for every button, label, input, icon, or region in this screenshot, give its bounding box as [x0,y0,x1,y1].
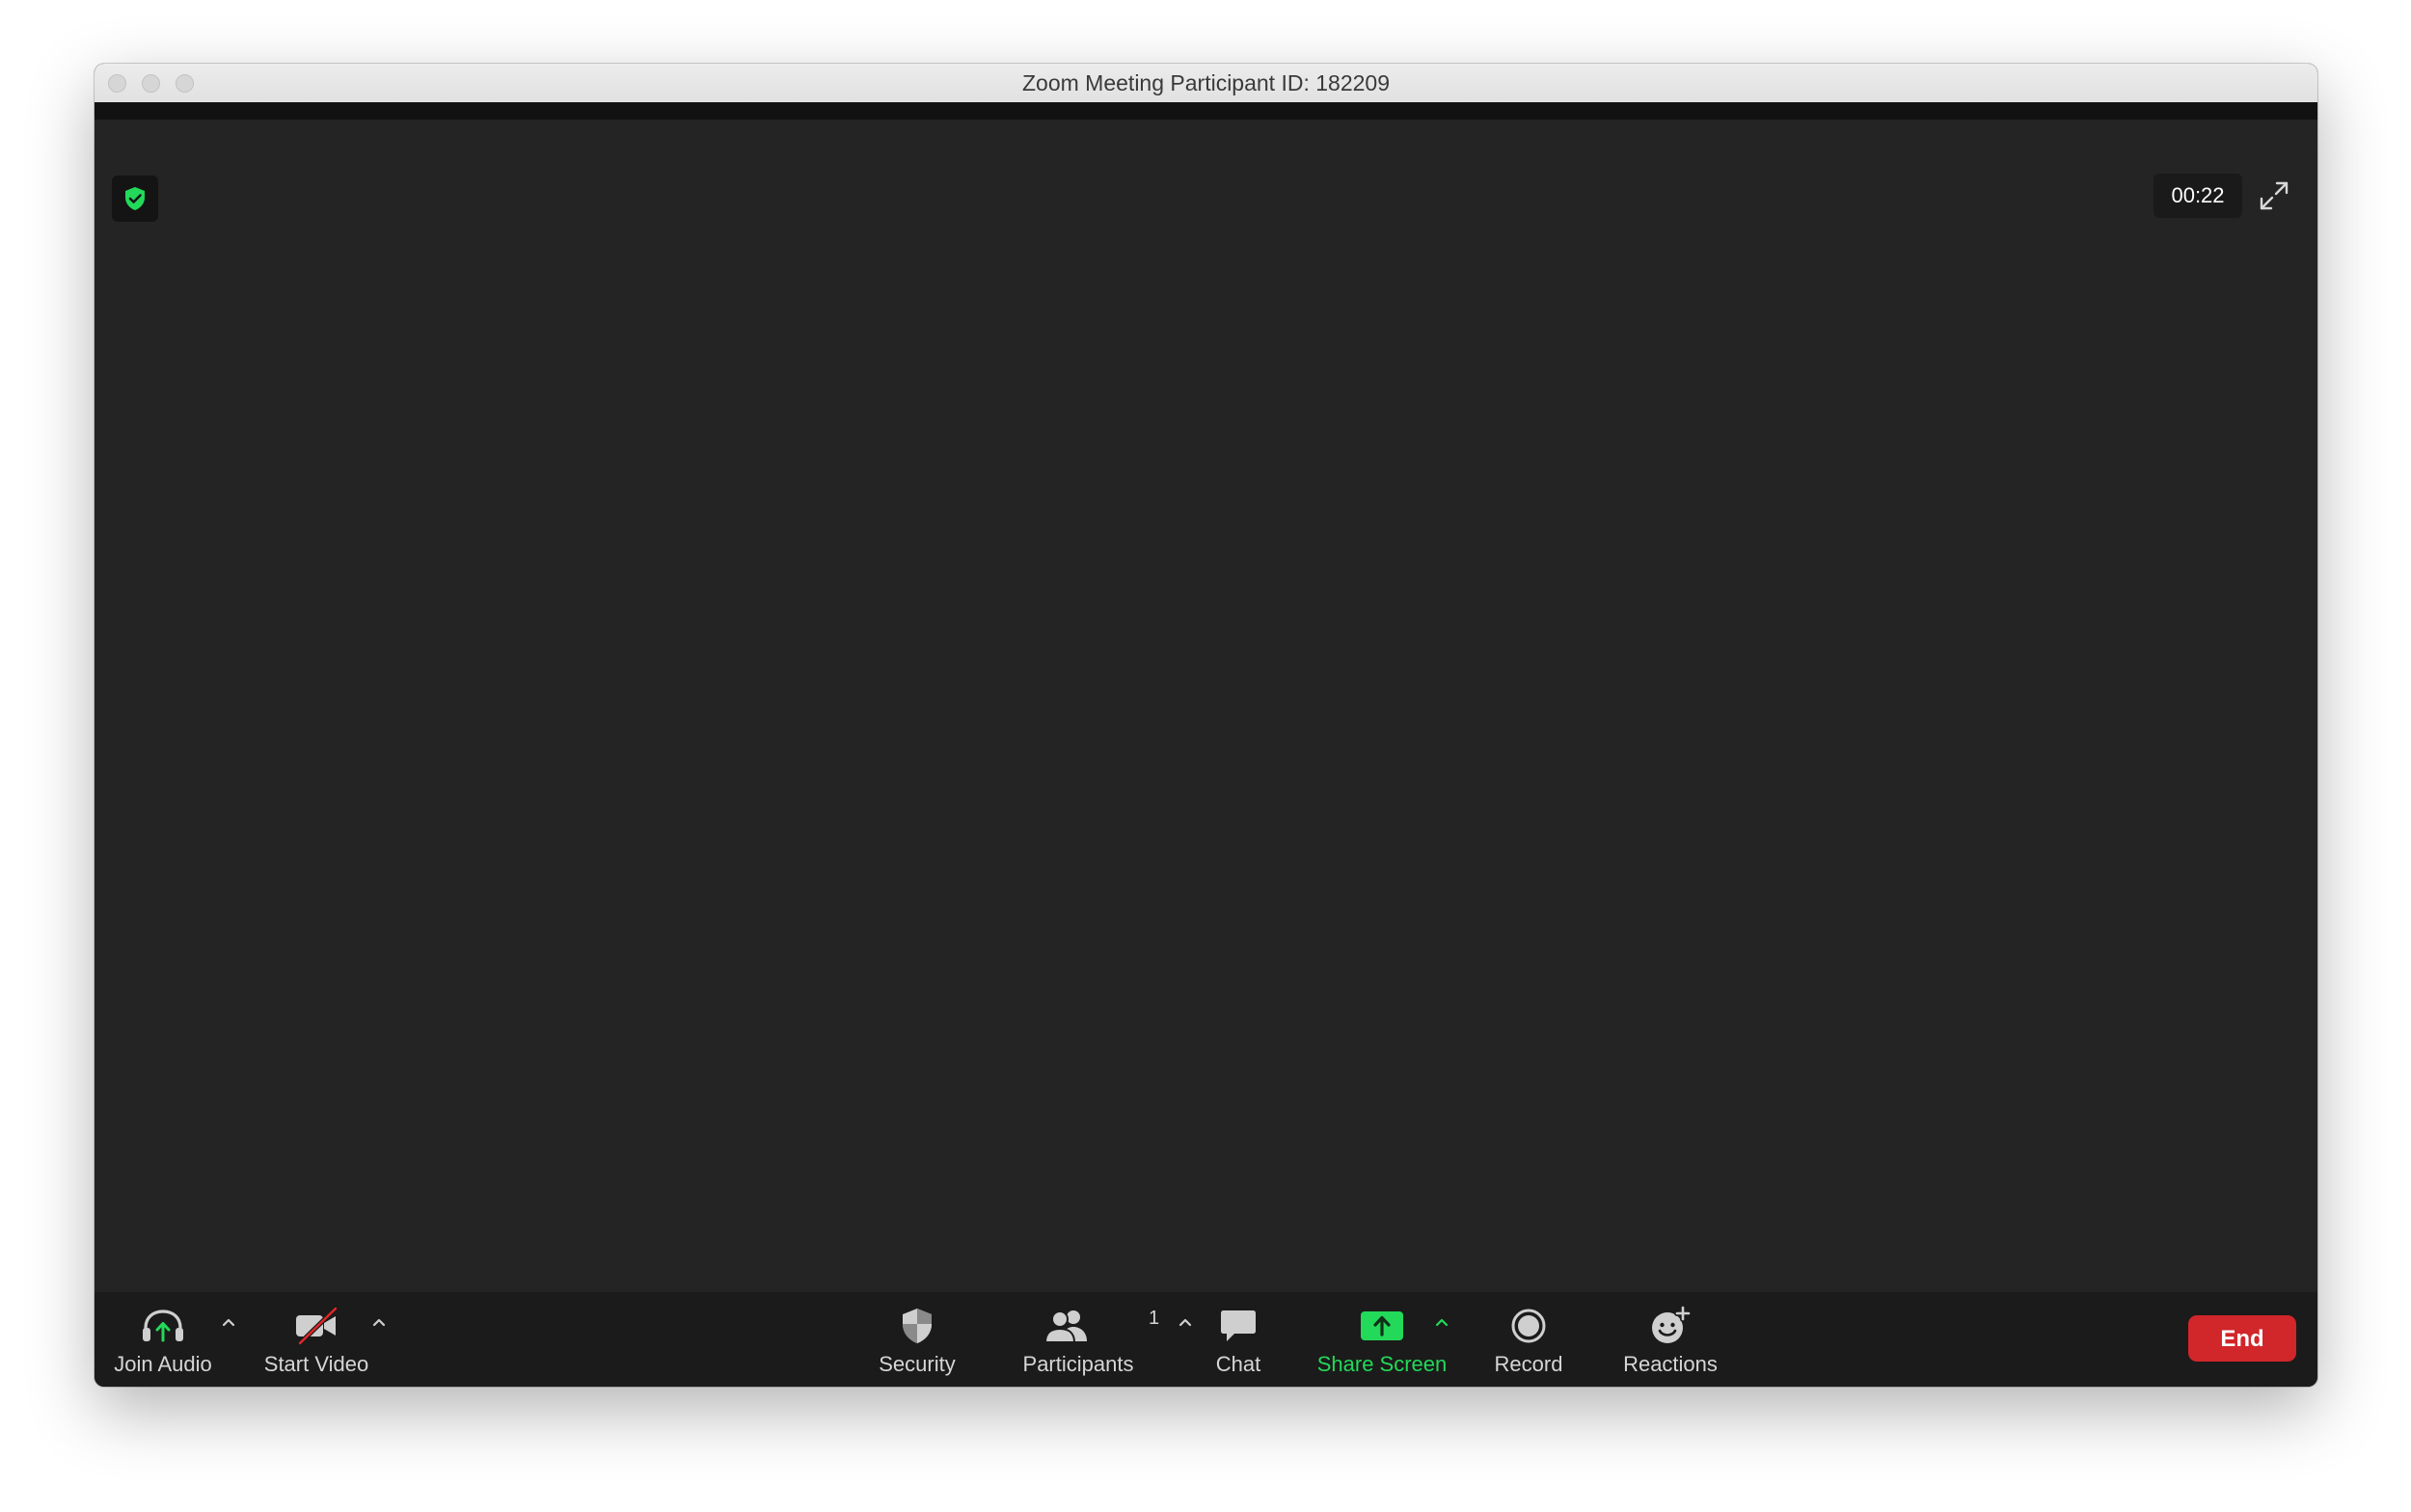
record-icon [1511,1309,1546,1343]
meeting-timer: 00:22 [2154,174,2242,218]
zoom-window: Zoom Meeting Participant ID: 182209 00:2… [95,64,2317,1387]
video-stage: 00:22 [95,120,2317,1292]
encryption-badge[interactable] [112,176,158,222]
participants-button[interactable]: Participants [1011,1300,1146,1385]
chat-label: Chat [1215,1352,1261,1376]
shield-check-icon [125,187,145,210]
reactions-button[interactable]: Reactions [1616,1300,1724,1385]
video-off-icon [296,1307,339,1345]
meeting-toolbar: Join Audio Start Video Security Particip… [95,1292,2317,1387]
security-button[interactable]: Security [869,1300,965,1385]
share-screen-label: Share Screen [1316,1352,1448,1376]
chat-bubble-icon [1221,1310,1256,1341]
participants-options-button[interactable] [1175,1311,1196,1333]
top-strip [95,102,2317,120]
smiley-add-icon [1652,1306,1692,1343]
share-arrow-icon [1361,1311,1403,1340]
chevron-up-icon [222,1318,235,1327]
participants-label: Participants [1022,1352,1134,1376]
fullscreen-button[interactable] [2252,174,2296,218]
expand-icon [2260,181,2289,210]
video-options-button[interactable] [368,1311,390,1333]
title-bar: Zoom Meeting Participant ID: 182209 [95,64,2317,103]
record-button[interactable]: Record [1485,1300,1572,1385]
join-audio-label: Join Audio [114,1352,212,1376]
chevron-up-icon [1178,1318,1192,1327]
window-title: Zoom Meeting Participant ID: 182209 [1022,70,1390,95]
reactions-label: Reactions [1623,1352,1718,1376]
chevron-up-icon [372,1318,386,1327]
start-video-label: Start Video [263,1352,369,1376]
participant-count: 1 [1149,1308,1160,1329]
share-options-button[interactable] [1431,1311,1452,1333]
chat-button[interactable]: Chat [1200,1300,1277,1385]
chevron-up-icon [1435,1318,1449,1327]
headphones-icon [143,1310,183,1342]
end-meeting-button[interactable]: End [2188,1315,2296,1362]
audio-options-button[interactable] [218,1311,239,1333]
join-audio-button[interactable]: Join Audio [112,1300,214,1385]
shield-icon [903,1309,932,1343]
security-label: Security [879,1352,956,1376]
people-icon [1044,1310,1087,1343]
record-label: Record [1494,1352,1563,1376]
start-video-button[interactable]: Start Video [258,1300,374,1385]
